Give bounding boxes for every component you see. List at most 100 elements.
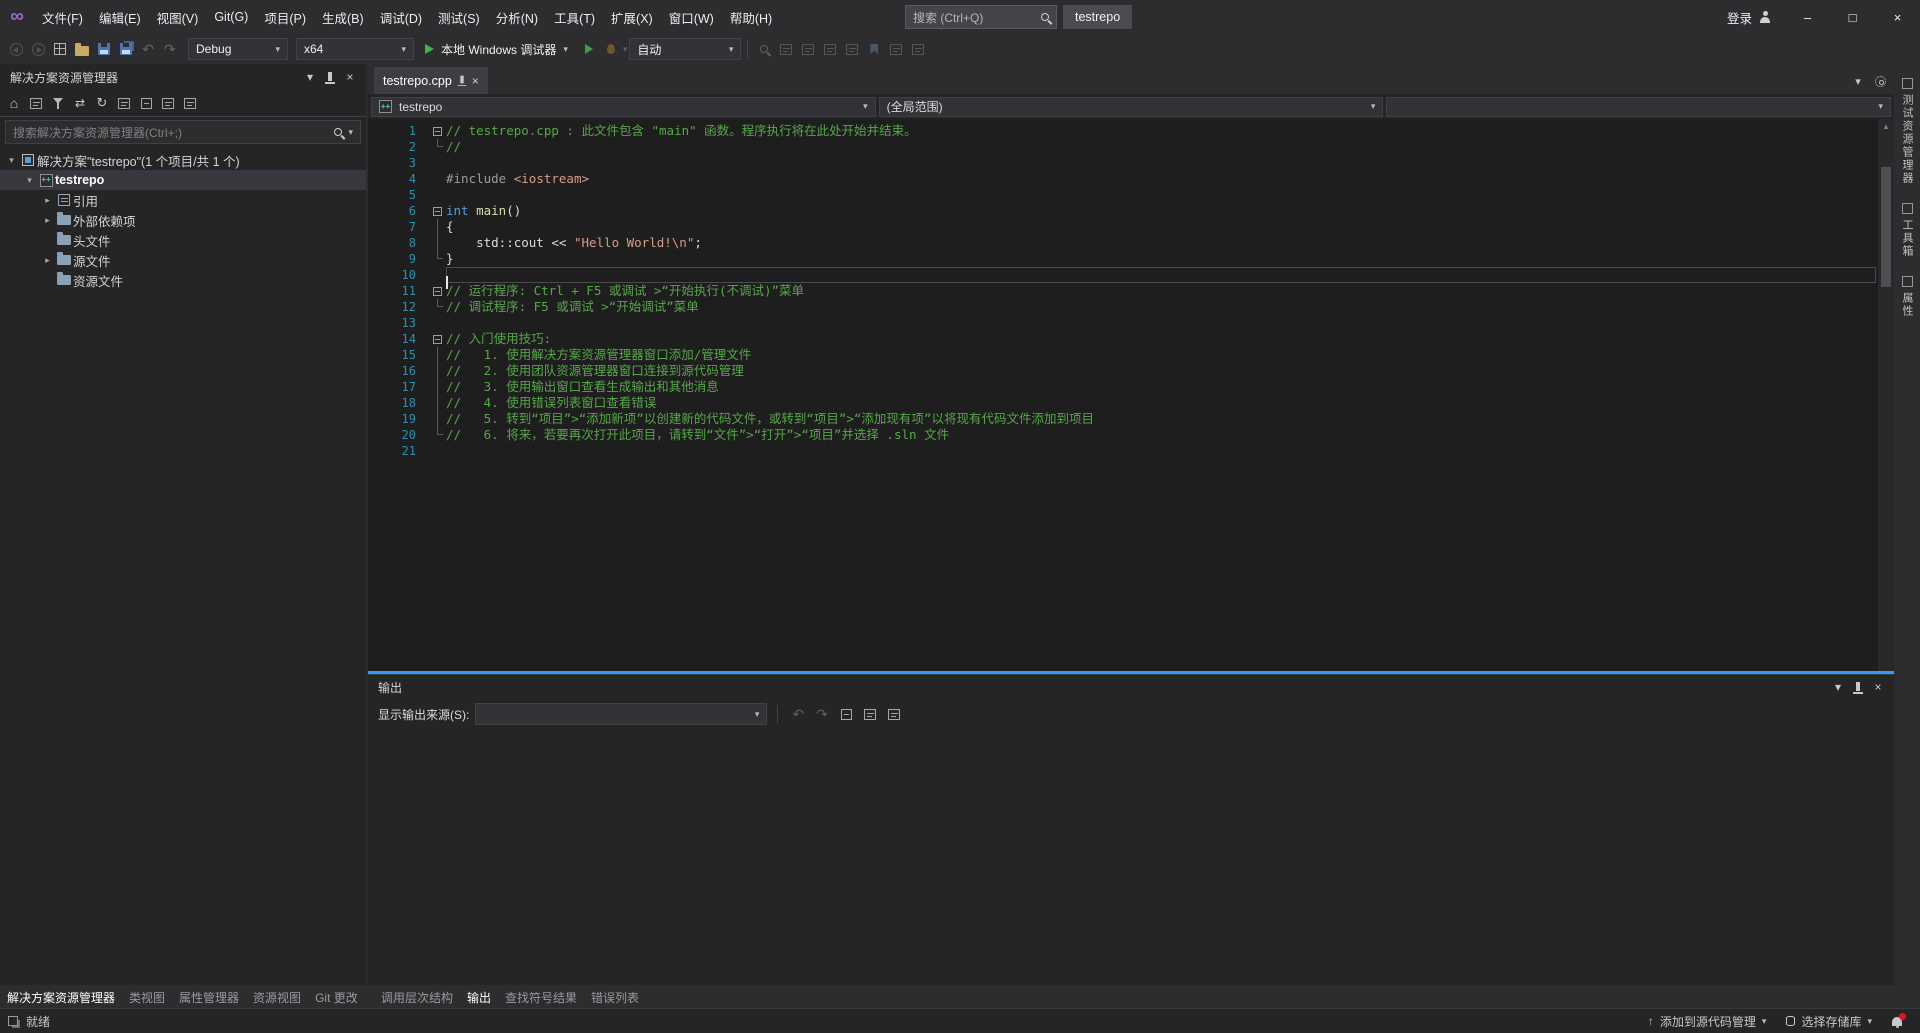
menu-item[interactable]: 视图(V)	[149, 0, 207, 34]
solution-explorer-search-input[interactable]: 搜索解决方案资源管理器(Ctrl+;) ▾	[5, 120, 361, 144]
code-line[interactable]: 13	[368, 315, 1894, 331]
tool-window-tab[interactable]: 属性管理器	[172, 985, 246, 1006]
code-line[interactable]: 8 std::cout << "Hello World!\n";	[368, 235, 1894, 251]
code-line[interactable]: 14// 入门使用技巧:	[368, 331, 1894, 347]
outlining-margin[interactable]	[428, 203, 446, 219]
code-line[interactable]: 7{	[368, 219, 1894, 235]
navigate-forward-icon[interactable]	[28, 38, 48, 60]
scrollbar-thumb[interactable]	[1881, 167, 1891, 287]
outlining-margin[interactable]	[428, 219, 446, 235]
navigate-backward-icon[interactable]	[6, 38, 26, 60]
show-all-files-icon[interactable]	[158, 92, 178, 114]
word-wrap-icon[interactable]	[860, 703, 880, 725]
pane-splitter[interactable]	[368, 671, 1894, 674]
open-file-icon[interactable]	[72, 38, 92, 60]
outlining-margin[interactable]	[428, 363, 446, 379]
new-project-icon[interactable]	[50, 38, 70, 60]
start-without-debugging-icon[interactable]	[579, 38, 599, 60]
code-line[interactable]: 2//	[368, 139, 1894, 155]
autohide-tab[interactable]: 测试资源管理器	[1899, 78, 1915, 185]
nav-member-combo[interactable]: ▾	[1386, 97, 1891, 117]
code-line[interactable]: 17// 3. 使用输出窗口查看生成输出和其他消息	[368, 379, 1894, 395]
close-icon[interactable]: ×	[472, 74, 479, 88]
menu-item[interactable]: 扩展(X)	[603, 0, 661, 34]
start-debugging-button[interactable]: 本地 Windows 调试器 ▾	[416, 37, 577, 61]
code-line[interactable]: 18// 4. 使用错误列表窗口查看错误	[368, 395, 1894, 411]
code-line[interactable]: 19// 5. 转到“项目”>“添加新项”以创建新的代码文件，或转到“项目”>“…	[368, 411, 1894, 427]
outlining-margin[interactable]	[428, 299, 446, 315]
sign-in-button[interactable]: 登录	[1713, 0, 1785, 34]
tool-window-tab[interactable]: 查找符号结果	[498, 985, 584, 1006]
outdent-icon[interactable]	[820, 38, 840, 60]
close-icon[interactable]: ×	[340, 67, 360, 87]
save-icon[interactable]	[94, 38, 114, 60]
comment-icon[interactable]	[776, 38, 796, 60]
tree-item[interactable]: 资源文件	[0, 270, 366, 290]
code-line[interactable]: 11// 运行程序: Ctrl + F5 或调试 >“开始执行(不调试)”菜单	[368, 283, 1894, 299]
code-line[interactable]: 20// 6. 将来，若要再次打开此项目，请转到“文件”>“打开”>“项目”并选…	[368, 427, 1894, 443]
nav-project-combo[interactable]: ++ testrepo ▾	[371, 97, 876, 117]
tree-item[interactable]: ▾++testrepo	[0, 170, 366, 190]
outlining-margin[interactable]	[428, 123, 446, 139]
refresh-icon[interactable]	[92, 92, 112, 114]
find-in-files-icon[interactable]	[754, 38, 774, 60]
open-documents-list-icon[interactable]	[1848, 70, 1868, 92]
menu-item[interactable]: 调试(D)	[372, 0, 430, 34]
outlining-margin[interactable]	[428, 331, 446, 347]
outlining-margin[interactable]	[428, 411, 446, 427]
tree-item[interactable]: ▸外部依赖项	[0, 210, 366, 230]
sync-with-active-document-icon[interactable]	[70, 92, 90, 114]
tree-item[interactable]: ▸引用	[0, 190, 366, 210]
pin-icon[interactable]	[460, 76, 463, 84]
save-all-icon[interactable]	[116, 38, 136, 60]
minimize-button[interactable]: –	[1785, 0, 1830, 34]
expander-icon[interactable]: ▸	[40, 215, 55, 226]
solution-platforms-combo[interactable]: x64 ▾	[296, 38, 414, 60]
maximize-button[interactable]: □	[1830, 0, 1875, 34]
close-icon[interactable]: ×	[1868, 677, 1888, 697]
tool-window-tab[interactable]: 输出	[460, 985, 498, 1006]
code-line[interactable]: 12// 调试程序: F5 或调试 >“开始调试”菜单	[368, 299, 1894, 315]
select-repository-button[interactable]: 选择存储库 ▾	[1776, 1009, 1882, 1033]
autohide-tab[interactable]: 属性	[1899, 276, 1915, 318]
code-line[interactable]: 10	[368, 267, 1894, 283]
background-tasks-icon[interactable]	[8, 1016, 18, 1026]
code-line[interactable]: 1// testrepo.cpp : 此文件包含 "main" 函数。程序执行将…	[368, 123, 1894, 139]
expander-icon[interactable]: ▸	[40, 195, 55, 206]
expander-icon[interactable]: ▸	[40, 255, 55, 266]
tool-window-tab[interactable]: Git 更改	[308, 985, 360, 1006]
code-line[interactable]: 15// 1. 使用解决方案资源管理器窗口添加/管理文件	[368, 347, 1894, 363]
menu-item[interactable]: 项目(P)	[256, 0, 314, 34]
indent-icon[interactable]	[842, 38, 862, 60]
output-content[interactable]	[368, 730, 1894, 985]
goto-next-message-icon[interactable]	[812, 703, 832, 725]
document-tab[interactable]: testrepo.cpp ×	[374, 67, 488, 94]
outline-collapse-icon[interactable]	[433, 335, 442, 344]
code-line[interactable]: 3	[368, 155, 1894, 171]
code-line[interactable]: 9}	[368, 251, 1894, 267]
collapse-all-icon[interactable]	[136, 92, 156, 114]
tool-window-tab[interactable]: 资源视图	[246, 985, 308, 1006]
outlining-margin[interactable]	[428, 347, 446, 363]
code-line[interactable]: 5	[368, 187, 1894, 203]
window-position-icon[interactable]: ▾	[1828, 677, 1848, 697]
menu-item[interactable]: 帮助(H)	[722, 0, 780, 34]
attach-target-combo[interactable]: 自动 ▾	[629, 38, 741, 60]
scroll-up-icon[interactable]: ▲	[1878, 119, 1894, 133]
code-line[interactable]: 4#include <iostream>	[368, 171, 1894, 187]
switch-views-icon[interactable]	[26, 92, 46, 114]
solution-configurations-combo[interactable]: Debug ▾	[188, 38, 288, 60]
tree-item[interactable]: ▸源文件	[0, 250, 366, 270]
previous-bookmark-icon[interactable]	[886, 38, 906, 60]
add-to-source-control-button[interactable]: ↑ 添加到源代码管理 ▾	[1638, 1009, 1777, 1033]
chevron-down-icon[interactable]: ▾	[623, 44, 628, 55]
outlining-margin[interactable]	[428, 251, 446, 267]
output-source-combo[interactable]: ▾	[475, 703, 767, 725]
nest-files-icon[interactable]	[114, 92, 134, 114]
code-line[interactable]: 6int main()	[368, 203, 1894, 219]
pin-output-icon[interactable]	[884, 703, 904, 725]
menu-item[interactable]: 窗口(W)	[661, 0, 722, 34]
menu-item[interactable]: 测试(S)	[430, 0, 488, 34]
pending-changes-filter-icon[interactable]	[48, 92, 68, 114]
redo-icon[interactable]	[160, 38, 180, 60]
